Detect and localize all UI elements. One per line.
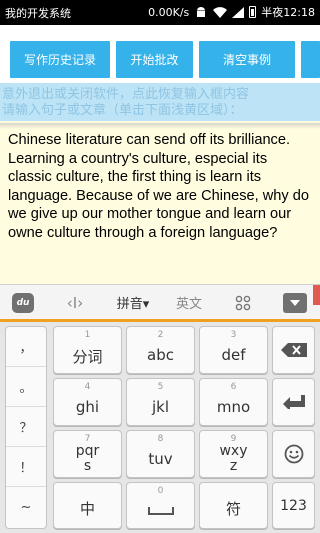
key-number: 1 [84,330,91,340]
start-correction-button[interactable]: 开始批改 [116,41,193,78]
grid-icon-glyph [235,295,251,310]
cursor-move-icon[interactable]: ‹I› [60,285,90,320]
toolbar: 写作历史记录 开始批改 清空事例 [0,25,320,83]
key-label: mno [216,398,251,416]
key-5[interactable]: 5 jkl [126,378,195,426]
punct-key[interactable]: ， [6,327,46,367]
punct-key[interactable]: ！ [6,447,46,487]
wifi-icon [213,6,228,18]
space-key[interactable]: 0 [126,482,195,529]
key-label: abc [147,346,174,364]
enter-key[interactable] [272,378,315,426]
network-speed: 0.00K/s [148,5,190,19]
punctuation-column[interactable]: ， 。 ？ ！ ~ [5,326,47,529]
status-bar: 我的开发系统 0.00K/s 半夜12:18 [0,0,320,25]
key-number: 5 [157,382,164,392]
key-number: 6 [230,382,237,392]
key-number: 3 [230,330,237,340]
essay-text: Chinese literature can send off its bril… [8,132,309,241]
hide-keyboard-icon [283,292,307,313]
key-label: ghi [75,398,100,416]
emoji-key[interactable] [272,430,315,478]
key-number: 4 [84,382,91,392]
history-button[interactable]: 写作历史记录 [10,41,110,78]
ime-flag [313,285,320,305]
key-label: wxy [219,443,248,459]
space-bar-icon [127,493,194,528]
baidu-ime-logo-icon: du [12,292,34,313]
key-8[interactable]: 8 tuv [126,430,195,478]
number-mode-key[interactable]: 123 [272,482,315,529]
more-button[interactable] [301,41,320,78]
symbol-key[interactable]: 符 [199,482,268,529]
t9-keyboard: ， 。 ？ ！ ~ 1 分词 2 abc 3 def 4 ghi 5 jkl 6… [0,322,320,533]
key-label-second: z [229,458,238,474]
key-7[interactable]: 7 pqr s [53,430,122,478]
restore-hint[interactable]: 意外退出或关闭软件，点此恢复输入框内容 请输入句子或文章（单击下面浅黄区域）： [0,83,320,121]
punct-key[interactable]: ？ [6,407,46,447]
clear-examples-button[interactable]: 清空事例 [199,41,295,78]
english-mode-button[interactable]: 英文 [166,285,212,320]
key-label: def [221,346,246,364]
key-number: 2 [157,330,164,340]
key-number: 8 [157,434,164,444]
restore-hint-line1: 意外退出或关闭软件，点此恢复输入框内容 [2,87,250,102]
key-3[interactable]: 3 def [199,326,268,374]
punct-key[interactable]: ~ [6,487,46,528]
punct-key[interactable]: 。 [6,367,46,407]
ime-toolbar: du ‹I› 拼音▾ 英文 [0,284,320,322]
smiley-icon [273,431,314,477]
pinyin-mode-button[interactable]: 拼音▾ [108,285,158,320]
backspace-icon [273,327,314,373]
hide-keyboard-button[interactable] [280,285,310,320]
essay-input[interactable]: Chinese literature can send off its bril… [0,121,320,284]
key-label-second: s [83,458,92,474]
key-label: 分词 [72,348,103,366]
key-label: tuv [148,450,173,468]
enter-icon [273,379,314,425]
key-2[interactable]: 2 abc [126,326,195,374]
key-label: 符 [225,500,241,518]
key-label: 中 [79,500,95,518]
key-6[interactable]: 6 mno [199,378,268,426]
key-label: 123 [280,498,307,514]
status-right: 0.00K/s 半夜12:18 [148,4,315,20]
key-label: jkl [151,398,170,416]
backspace-key[interactable] [272,326,315,374]
status-time: 半夜12:18 [261,6,315,19]
key-label: pqr [75,443,100,459]
chinese-mode-key[interactable]: 中 [53,482,122,529]
key-1[interactable]: 1 分词 [53,326,122,374]
android-icon [197,7,206,17]
key-4[interactable]: 4 ghi [53,378,122,426]
status-app-title: 我的开发系统 [5,7,71,20]
ime-logo[interactable]: du [8,285,38,320]
scroll-shadow [0,123,320,129]
key-9[interactable]: 9 wxy z [199,430,268,478]
grid-icon[interactable] [228,285,258,320]
restore-hint-line2: 请输入句子或文章（单击下面浅黄区域）： [2,103,243,118]
signal-icon [232,6,245,18]
battery-icon [249,6,257,18]
